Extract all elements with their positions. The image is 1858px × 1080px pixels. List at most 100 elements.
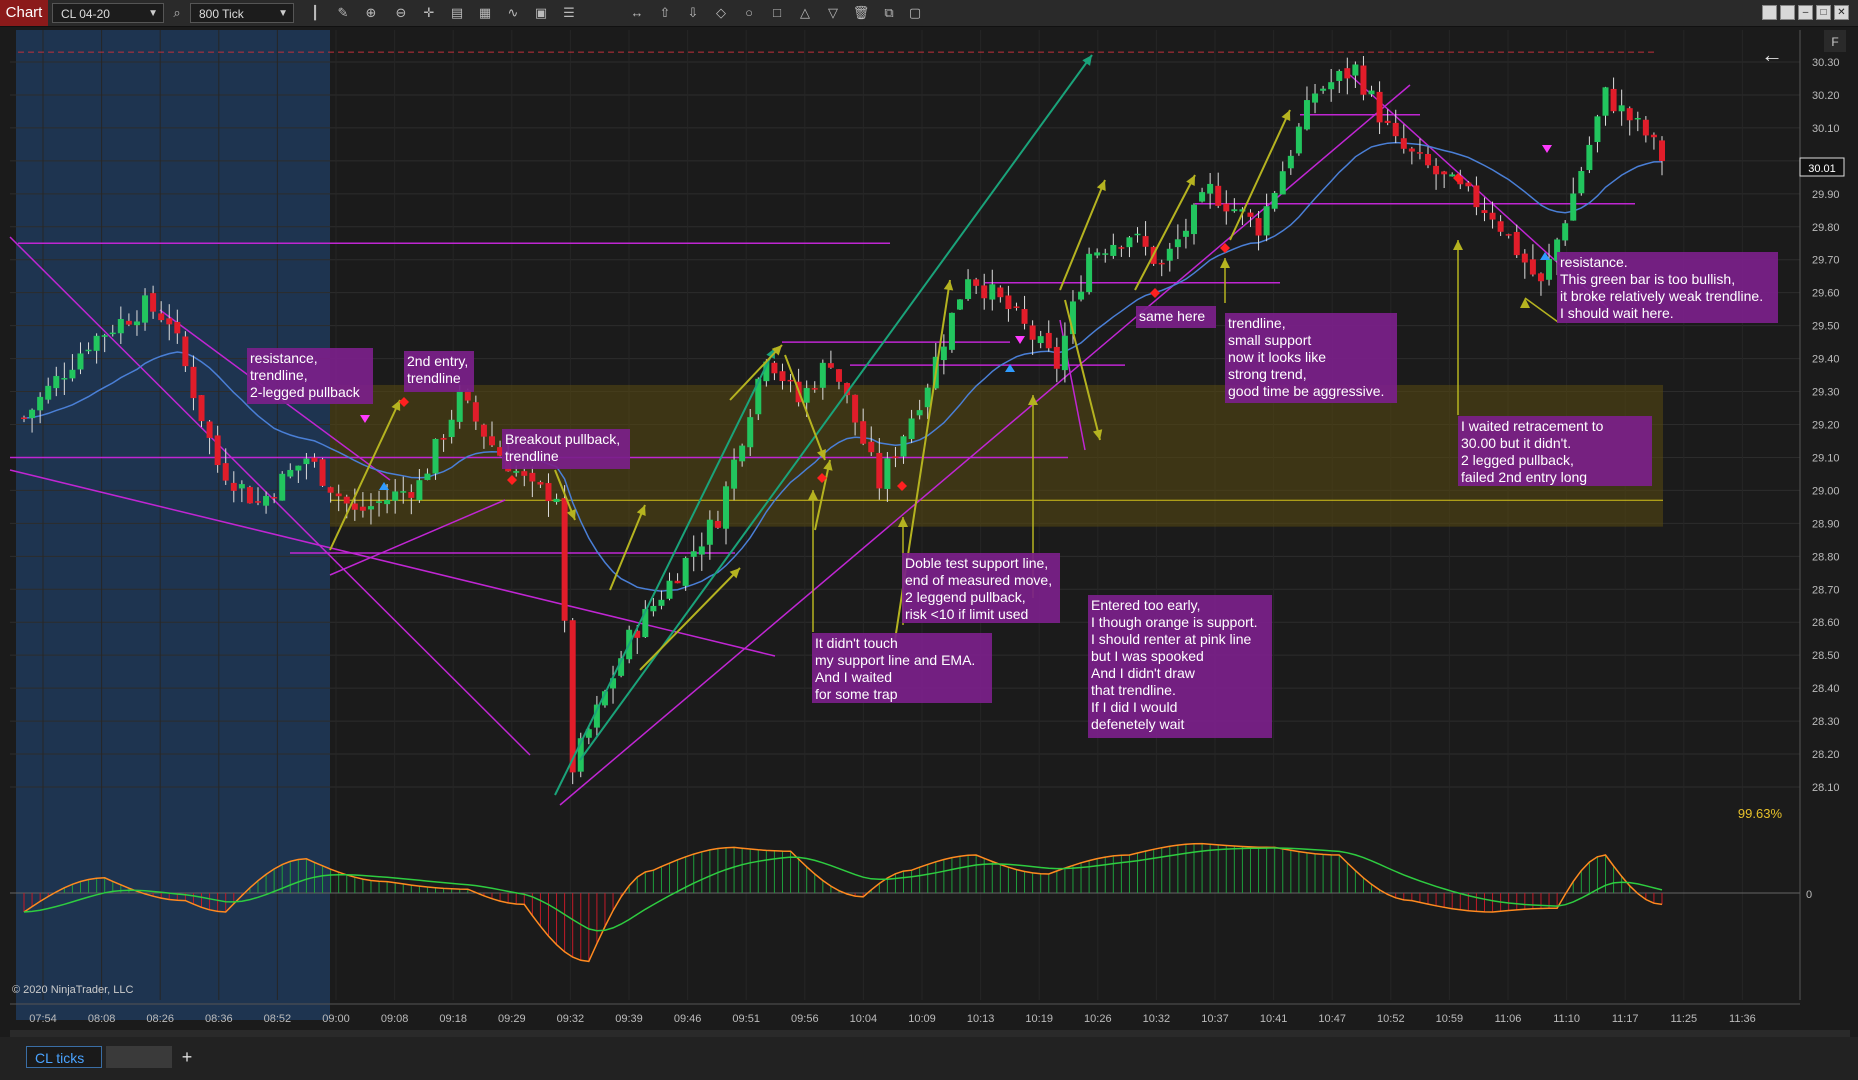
annotation-line: but I was spooked	[1091, 648, 1204, 664]
search-icon[interactable]: ⌕	[168, 4, 186, 22]
candle-body	[553, 498, 560, 503]
interval-value: 800 Tick	[199, 7, 244, 21]
candle-body	[1045, 332, 1052, 349]
candle-body	[1618, 105, 1625, 112]
candle-body	[1199, 192, 1206, 202]
candle-body	[327, 487, 334, 493]
candle-body	[723, 486, 729, 529]
candle-body	[359, 506, 366, 511]
candle-body	[803, 388, 810, 403]
annotation-line: 2 legged pullback,	[1461, 452, 1574, 468]
list-icon[interactable]: ☰	[560, 4, 578, 22]
indicators-icon[interactable]: ▣	[532, 4, 550, 22]
price-chart[interactable]: resistance,trendline,2-legged pullback2n…	[0, 27, 1858, 1037]
line-tool-icon[interactable]: ↔	[628, 4, 646, 22]
candle-body	[1255, 218, 1262, 236]
close-icon[interactable]: ✕	[1834, 5, 1849, 20]
candle-body	[440, 437, 447, 440]
candle-body	[690, 551, 697, 557]
candle-body	[133, 321, 140, 326]
bar-type-icon[interactable]: ┃	[306, 4, 324, 22]
candle-body	[69, 369, 76, 379]
instrument-selector[interactable]: CL 04-20 ▼	[52, 3, 164, 23]
candle-body	[779, 371, 786, 382]
time-tick: 08:26	[146, 1013, 174, 1025]
copy-icon[interactable]: ⧉	[880, 4, 898, 22]
time-tick: 09:56	[791, 1013, 819, 1025]
price-tick: 28.10	[1812, 782, 1840, 794]
tab-cl-ticks[interactable]: CL ticks	[26, 1046, 102, 1068]
candle-body	[771, 362, 778, 374]
circle-icon[interactable]: ○	[740, 4, 758, 22]
candle-body	[400, 491, 407, 493]
candle-body	[351, 503, 358, 510]
time-tick: 09:46	[674, 1013, 702, 1025]
candle-body	[1336, 70, 1343, 81]
square-icon[interactable]: □	[768, 4, 786, 22]
price-tick: 29.60	[1812, 288, 1840, 300]
zoom-in-icon[interactable]: ⊕	[362, 4, 380, 22]
annotation-line: resistance.	[1560, 254, 1628, 270]
back-arrow-icon[interactable]: ←	[1761, 42, 1783, 67]
add-tab-button[interactable]: +	[176, 1046, 198, 1068]
annotation-line: I should wait here.	[1560, 305, 1674, 321]
time-tick: 11:10	[1553, 1013, 1580, 1025]
candle-body	[1118, 247, 1125, 249]
candle-body	[408, 492, 415, 498]
candle-body	[892, 456, 899, 458]
candle-body	[37, 396, 44, 411]
interval-selector[interactable]: 800 Tick ▼	[190, 3, 294, 23]
candle-body	[263, 496, 270, 506]
annotation-line: strong trend,	[1228, 366, 1307, 382]
candle-body	[698, 546, 705, 555]
crosshair-icon[interactable]: ✛	[420, 4, 438, 22]
candle-body	[1126, 237, 1133, 248]
maximize-icon[interactable]: □	[1816, 5, 1831, 20]
candle-body	[981, 285, 988, 299]
diamond-icon[interactable]: ◇	[712, 4, 730, 22]
time-tick: 10:52	[1377, 1013, 1405, 1025]
candle-body	[1400, 138, 1407, 149]
candle-body	[21, 417, 27, 420]
candle-body	[747, 417, 754, 448]
paste-icon[interactable]: ▢	[906, 4, 924, 22]
templates-icon[interactable]: ▦	[476, 4, 494, 22]
strategy-icon[interactable]: ∿	[504, 4, 522, 22]
restore-icon[interactable]	[1780, 5, 1795, 20]
time-tick: 09:00	[322, 1013, 350, 1025]
arrow-up-icon[interactable]: ⇧	[656, 4, 674, 22]
properties-icon[interactable]: ▤	[448, 4, 466, 22]
time-tick: 08:52	[264, 1013, 292, 1025]
arrow-down-icon[interactable]: ⇩	[684, 4, 702, 22]
candle-body	[109, 332, 116, 335]
candle-body	[924, 387, 931, 408]
trash-icon[interactable]: 🗑	[852, 4, 870, 22]
tab-empty[interactable]	[106, 1046, 172, 1068]
candle-body	[376, 501, 383, 503]
time-tick: 10:32	[1143, 1013, 1171, 1025]
candle-body	[424, 473, 431, 480]
horizontal-scrollbar[interactable]	[10, 1030, 1850, 1037]
pencil-icon[interactable]: ✎	[334, 4, 352, 22]
price-tick: 30.20	[1812, 90, 1840, 102]
candle-body	[1182, 230, 1189, 237]
annotation-line: Breakout pullback,	[505, 431, 620, 447]
time-tick: 10:09	[908, 1013, 936, 1025]
minimize-icon[interactable]: –	[1798, 5, 1813, 20]
candle-body	[1392, 122, 1399, 137]
annotation-line: risk <10 if limit used	[905, 606, 1028, 622]
triangle-down-icon[interactable]: ▽	[824, 4, 842, 22]
annotation-line: for some trap	[815, 686, 898, 702]
annotation-line: This green bar is too bullish,	[1560, 271, 1735, 287]
triangle-up-icon[interactable]: △	[796, 4, 814, 22]
price-tick: 28.30	[1812, 716, 1840, 728]
zoom-out-icon[interactable]: ⊖	[392, 4, 410, 22]
candle-body	[835, 369, 842, 382]
annotation-line: trendline	[505, 448, 559, 464]
chart-tab[interactable]: Chart	[0, 0, 48, 26]
time-tick: 09:51	[732, 1013, 760, 1025]
annotation-line: defenetely wait	[1091, 716, 1185, 732]
price-tick: 28.90	[1812, 518, 1840, 530]
candle-body	[1086, 253, 1093, 293]
tile-icon[interactable]	[1762, 5, 1777, 20]
